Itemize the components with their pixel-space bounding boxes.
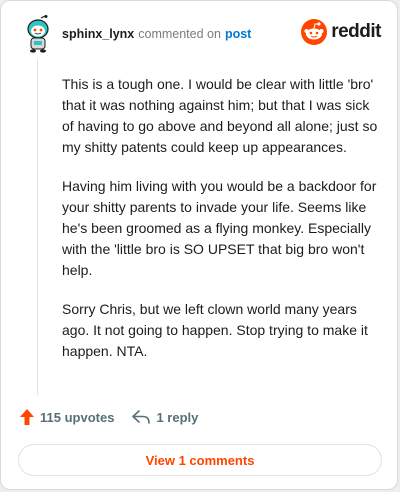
post-link[interactable]: post — [225, 27, 251, 41]
comment-meta: sphinx_lynx commented on post — [62, 26, 251, 42]
view-comments-button[interactable]: View 1 comments — [18, 444, 382, 476]
reply-button[interactable]: 1 reply — [132, 410, 198, 425]
comment-actions: 115 upvotes 1 reply — [20, 409, 198, 425]
avatar[interactable] — [21, 15, 55, 55]
upvote-button[interactable]: 115 upvotes — [20, 409, 114, 425]
reply-icon — [132, 410, 151, 424]
thread-line — [37, 59, 38, 395]
reddit-logo[interactable]: reddit — [301, 19, 381, 45]
comment-paragraph: Sorry Chris, but we left clown world man… — [62, 301, 368, 359]
username[interactable]: sphinx_lynx — [62, 27, 134, 41]
comment-paragraph: Having him living with you would be a ba… — [62, 178, 377, 278]
reply-count: 1 reply — [156, 409, 199, 425]
reddit-logo-icon — [301, 19, 328, 45]
upvote-count: 115 upvotes — [40, 409, 115, 425]
upvote-arrow-icon — [20, 409, 34, 425]
action-text: commented on — [138, 27, 221, 41]
comment-header: sphinx_lynx commented on post reddit — [15, 13, 383, 57]
comment-body: This is a tough one. I would be clear wi… — [62, 74, 380, 380]
comment-paragraph: This is a tough one. I would be clear wi… — [62, 76, 378, 155]
comment-card: sphinx_lynx commented on post reddit This … — [0, 0, 398, 490]
reddit-wordmark: reddit — [331, 21, 381, 42]
